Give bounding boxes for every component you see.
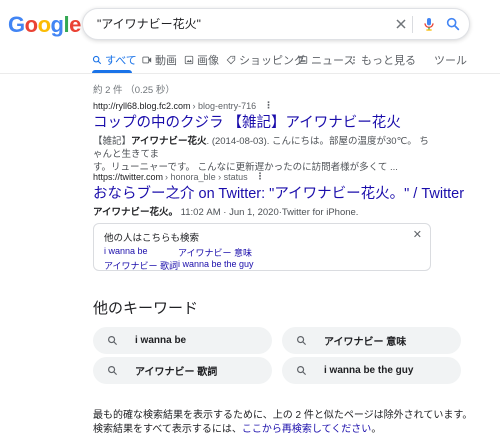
result-snippet: 【雑記】アイワナビー花火. (2014-08-03). こんにちは。部屋の温度が…: [93, 135, 438, 174]
search-icon: [297, 336, 307, 346]
notice-text: 。: [371, 424, 382, 435]
search-tabs: すべて 動画 画像 ショッピング ニュース もっと見る ツール: [92, 52, 500, 72]
result-stats: 約 2 件 （0.25 秒）: [93, 85, 175, 96]
search-icon: [92, 55, 102, 65]
search-icon: [108, 366, 118, 376]
related-search-link[interactable]: i wanna be: [104, 246, 148, 256]
result-domain: http://ryll68.blog.fc2.com: [93, 100, 191, 111]
search-icon[interactable]: [445, 16, 461, 32]
result-title-link[interactable]: コップの中のクジラ 【雑記】アイワナビー花火: [93, 114, 438, 132]
related-searches-box: 他の人はこちらも検索 ✕ i wanna be アイワナビー 意味 アイワナビー…: [93, 223, 431, 271]
search-icon: [108, 336, 118, 346]
search-again-link[interactable]: ここから再検索してください: [242, 424, 371, 435]
tab-videos[interactable]: 動画: [142, 52, 177, 68]
snippet-highlight: アイワナビー花火。: [93, 207, 179, 218]
keyword-chip[interactable]: アイワナビー 歌詞: [93, 357, 272, 384]
result-cite: https://twitter.com › honora_ble › statu…: [93, 171, 438, 182]
notice-text: 最も的確な検索結果を表示するために、上の 2 件と似たページは除外されています。: [93, 410, 473, 421]
result-cite: http://ryll68.blog.fc2.com › blog-entry-…: [93, 100, 438, 111]
more-options-icon[interactable]: ⋮: [256, 171, 265, 182]
notice-text: 検索結果をすべて表示するには、: [93, 424, 242, 435]
keyword-chip[interactable]: i wanna be the guy: [282, 357, 461, 384]
tab-label: ニュース: [311, 55, 355, 67]
tab-label: ショッピング: [239, 55, 305, 67]
tab-label: すべて: [105, 55, 137, 67]
clear-icon[interactable]: [393, 16, 409, 32]
more-icon: [353, 56, 355, 64]
divider: [412, 16, 413, 33]
result-domain: https://twitter.com: [93, 171, 164, 182]
search-icon: [297, 366, 307, 376]
related-search-link[interactable]: アイワナビー 歌詞: [104, 259, 178, 272]
keyword-chip-label: i wanna be the guy: [324, 365, 414, 376]
keyword-chip-label: アイワナビー 歌詞: [135, 367, 218, 378]
result-title-link[interactable]: おならブー之介 on Twitter: "アイワナビー花火。" / Twitte…: [93, 185, 464, 203]
related-search-link[interactable]: i wanna be the guy: [178, 259, 254, 269]
keyword-chip[interactable]: アイワナビー 意味: [282, 327, 461, 354]
keyword-chip-label: アイワナビー 意味: [324, 337, 407, 348]
tab-more[interactable]: もっと見る: [350, 52, 416, 68]
search-result: http://ryll68.blog.fc2.com › blog-entry-…: [93, 100, 438, 174]
result-path: › blog-entry-716: [192, 100, 257, 111]
tab-label: 動画: [155, 55, 177, 67]
snippet-highlight: アイワナビー花火: [131, 136, 207, 147]
search-box[interactable]: [82, 8, 470, 40]
tag-icon: [226, 55, 236, 65]
microphone-icon[interactable]: [421, 16, 437, 32]
logo-letter: G: [8, 12, 25, 37]
tab-tools[interactable]: ツール: [434, 52, 467, 68]
result-snippet: アイワナビー花火。 11:02 AM · Jun 1, 2020·Twitter…: [93, 206, 438, 219]
header-divider: [0, 73, 500, 74]
tab-label: 画像: [197, 55, 219, 67]
logo-letter: o: [24, 12, 38, 37]
result-path: › honora_ble › status: [165, 171, 248, 182]
other-keywords-title: 他のキーワード: [93, 300, 199, 317]
tab-label: ツール: [434, 55, 467, 67]
tab-all[interactable]: すべて: [92, 52, 137, 68]
logo-letter: o: [37, 12, 51, 37]
keyword-chip[interactable]: i wanna be: [93, 327, 272, 354]
tab-images[interactable]: 画像: [184, 52, 219, 68]
omitted-results-notice: 最も的確な検索結果を表示するために、上の 2 件と似たページは除外されています。…: [93, 409, 472, 437]
video-icon: [142, 56, 152, 64]
related-search-link[interactable]: アイワナビー 意味: [178, 246, 252, 259]
related-searches-title: 他の人はこちらも検索: [104, 233, 200, 244]
more-options-icon[interactable]: ⋮: [264, 100, 273, 111]
news-icon: [298, 56, 308, 64]
tab-shopping[interactable]: ショッピング: [226, 52, 305, 68]
image-icon: [184, 55, 194, 65]
google-logo[interactable]: Google: [8, 12, 81, 38]
tab-news[interactable]: ニュース: [298, 52, 354, 68]
snippet-text: 【雑記】: [93, 136, 132, 147]
snippet-text: 11:02 AM · Jun 1, 2020·Twitter for iPhon…: [178, 207, 359, 218]
keyword-chip-label: i wanna be: [135, 335, 187, 346]
tab-label: もっと見る: [361, 55, 416, 67]
logo-letter: e: [69, 12, 81, 37]
search-result: https://twitter.com › honora_ble › statu…: [93, 171, 464, 219]
search-input[interactable]: [95, 15, 389, 31]
logo-letter: g: [50, 12, 64, 37]
close-icon[interactable]: ✕: [413, 228, 422, 241]
